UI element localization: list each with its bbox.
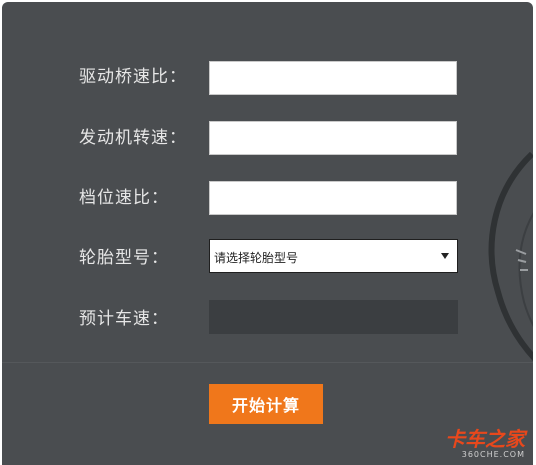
gear-ratio-label: 档位速比： [79,188,169,208]
estimated-speed-output [209,300,458,334]
tire-model-label: 轮胎型号： [79,248,169,268]
watermark-logo: 卡车之家 360CHE.COM [445,429,525,459]
gear-ratio-input[interactable] [209,181,457,215]
axle-ratio-input[interactable] [209,61,457,95]
axle-ratio-label: 驱动桥速比： [79,67,187,87]
start-calculation-button[interactable]: 开始计算 [209,384,323,424]
watermark-domain: 360CHE.COM [461,450,525,459]
engine-speed-label: 发动机转速： [79,128,187,148]
tire-model-select[interactable]: 请选择轮胎型号 [209,239,458,273]
watermark-brand: 卡车之家 [445,427,525,451]
engine-speed-input[interactable] [209,121,457,155]
dropdown-arrow-icon [441,253,449,259]
speedometer-gauge-decoration [488,152,533,362]
tire-model-selected-value: 请选择轮胎型号 [214,251,299,265]
speed-calculator-panel: 驱动桥速比： 发动机转速： 档位速比： 轮胎型号： 请选择轮胎型号 预计车速： … [2,2,533,465]
estimated-speed-label: 预计车速： [79,309,169,329]
form-divider [2,362,533,363]
